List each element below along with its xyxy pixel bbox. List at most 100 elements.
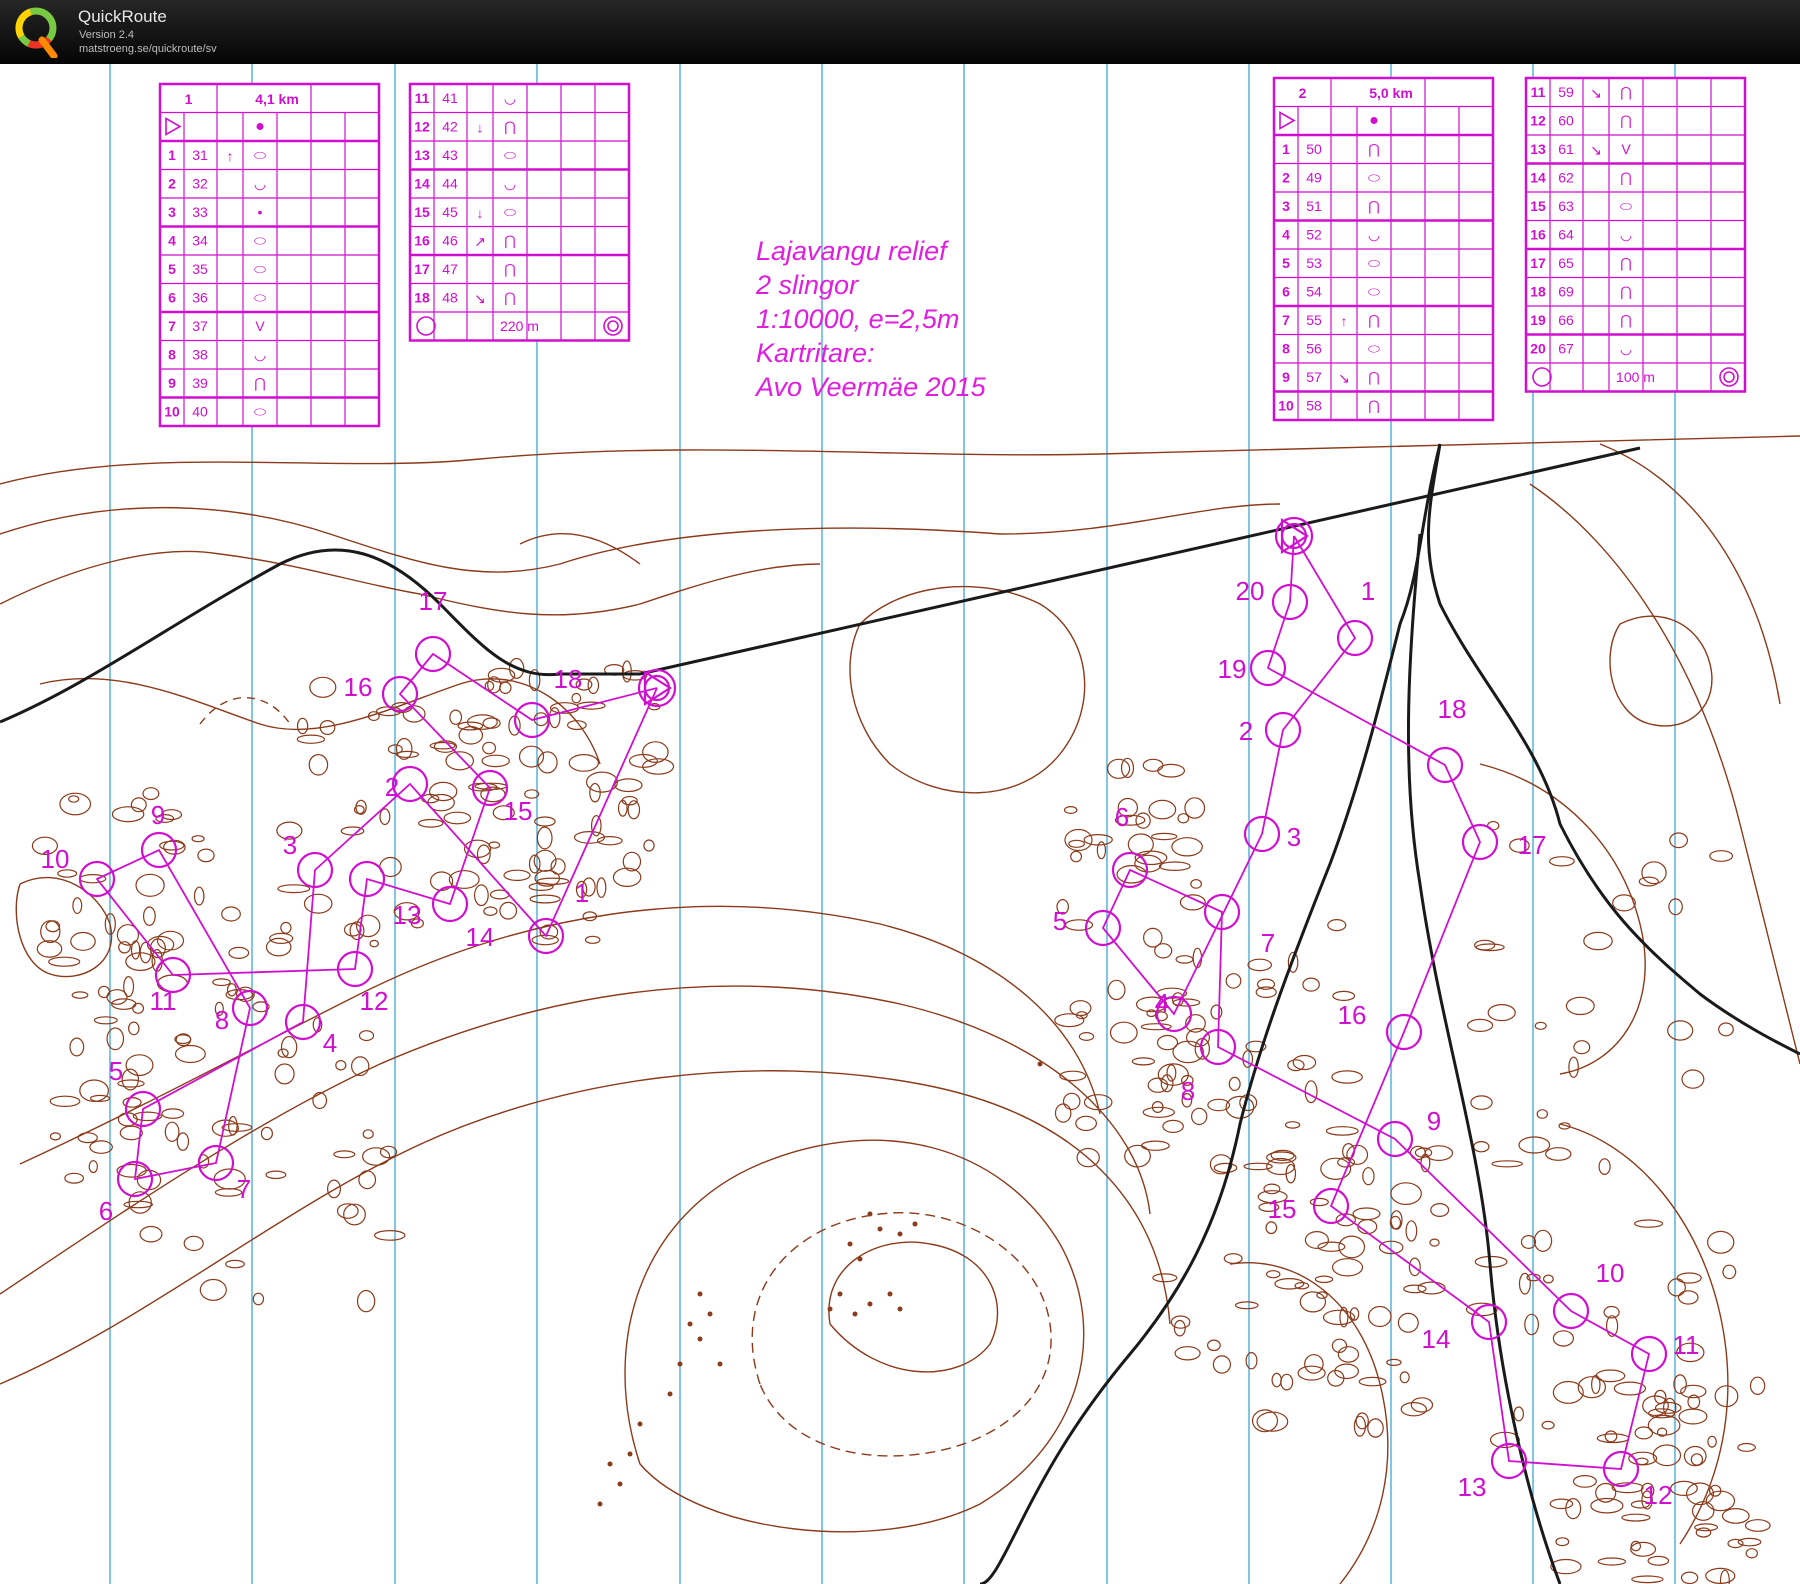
vegetation-dot <box>847 1241 853 1247</box>
knoll-contour <box>1331 1070 1363 1084</box>
knoll-contour <box>1430 1202 1450 1217</box>
knoll-contour <box>1142 758 1164 772</box>
knoll-contour <box>1314 1275 1334 1284</box>
knoll-contour <box>1583 931 1613 951</box>
knoll-contour <box>1633 1219 1664 1228</box>
knoll-contour <box>1069 1000 1092 1017</box>
control-number-cell: 6 <box>1282 284 1290 300</box>
vegetation-dot <box>597 1501 603 1507</box>
course-number: 1 <box>185 91 193 107</box>
knoll-contour <box>395 750 420 759</box>
control-code-cell: 31 <box>192 147 208 163</box>
knoll-contour <box>1707 1435 1717 1448</box>
track-north <box>0 446 1641 724</box>
course-1-control-number: 9 <box>151 800 165 830</box>
control-feature-cell: ⋂ <box>1620 170 1631 186</box>
knoll-contour <box>280 921 292 934</box>
control-feature-cell: V <box>255 318 265 334</box>
knoll-contour <box>1647 1555 1670 1566</box>
control-number-cell: 14 <box>414 176 430 192</box>
course-1-control-number: 18 <box>554 664 583 694</box>
vegetation-dot <box>687 1321 693 1327</box>
course-1-legs <box>95 652 658 1181</box>
vegetation-dot <box>667 1391 673 1397</box>
knoll-contour <box>48 956 81 967</box>
control-number-cell: 12 <box>414 119 430 135</box>
control-code-cell: 62 <box>1558 170 1574 186</box>
knoll-contour <box>482 741 497 755</box>
knoll-contour <box>1327 918 1347 932</box>
control-code-cell: 40 <box>192 404 208 420</box>
knoll-contour <box>333 1150 356 1159</box>
knoll-contour <box>1533 1229 1553 1252</box>
knoll-contour <box>418 818 444 828</box>
knoll-contour <box>1638 876 1659 887</box>
control-number-cell: 2 <box>1282 170 1290 186</box>
control-code-cell: 51 <box>1306 198 1322 214</box>
control-number-cell: 13 <box>414 147 430 163</box>
knoll-contour <box>1399 1371 1410 1384</box>
control-number-cell: 18 <box>414 290 430 306</box>
course-2-control-number: 20 <box>1236 576 1265 606</box>
knoll-contour <box>1631 1575 1664 1584</box>
knoll-contour <box>1709 850 1734 862</box>
knoll-contour <box>379 808 391 826</box>
title-bar: QuickRoute Version 2.4 matstroeng.se/qui… <box>0 0 1800 64</box>
control-number-cell: 5 <box>1282 255 1290 271</box>
control-number-cell: 10 <box>1278 398 1294 414</box>
control-number-cell: 4 <box>1282 227 1290 243</box>
knoll-contour <box>373 1229 406 1241</box>
map-title-line: Lajavangu relief <box>756 236 949 266</box>
map-title-line: 1:10000, e=2,5m <box>756 304 959 334</box>
knoll-contour <box>128 1021 140 1036</box>
knoll-contour <box>1669 832 1688 849</box>
course-2-control-number: 6 <box>1115 802 1129 832</box>
course-1-control-number: 13 <box>393 900 422 930</box>
knoll-contour <box>1536 1109 1549 1119</box>
knoll-contour <box>596 877 607 898</box>
knoll-contour <box>1518 1136 1551 1154</box>
control-feature-cell: ⬭ <box>1620 198 1632 214</box>
knoll-contour <box>197 848 215 863</box>
course-1-control-number: 16 <box>344 672 373 702</box>
knoll-contour <box>93 1016 118 1025</box>
contour <box>1609 615 1713 727</box>
contour <box>751 1212 1052 1457</box>
vegetation-dot <box>677 1361 683 1367</box>
knoll-contour <box>1059 1070 1087 1082</box>
vegetation-dot <box>1037 1061 1043 1067</box>
course-1-control-number: 2 <box>385 772 399 802</box>
control-number-cell: 1 <box>1282 141 1290 157</box>
control-number-cell: 17 <box>414 261 430 277</box>
control-code-cell: 38 <box>192 347 208 363</box>
knoll-contour <box>280 1035 298 1059</box>
control-feature-cell: ⋂ <box>1368 141 1379 157</box>
vegetation-dot <box>852 1311 858 1317</box>
knoll-contour <box>265 937 292 957</box>
knoll-contour <box>88 1160 99 1174</box>
control-code-cell: 60 <box>1558 113 1574 129</box>
course-1-control-number: 12 <box>360 986 389 1016</box>
course-2-control-number: 4 <box>1155 988 1169 1018</box>
start-dot-icon <box>256 123 264 130</box>
knoll-contour <box>142 787 160 801</box>
knoll-contour <box>1245 1351 1258 1370</box>
knoll-contour <box>64 1172 84 1184</box>
knoll-contour <box>1154 943 1173 959</box>
knoll-contour <box>1337 1346 1360 1363</box>
knoll-contour <box>1641 861 1667 885</box>
control-code-cell: 35 <box>192 261 208 277</box>
knoll-contour <box>1714 1385 1739 1408</box>
quickroute-logo-icon <box>15 7 58 58</box>
knoll-contour <box>1681 1069 1705 1089</box>
knoll-contour <box>1595 1482 1617 1503</box>
knoll-contour <box>116 1163 147 1178</box>
knoll-contour <box>584 935 601 944</box>
knoll-contour <box>358 1170 377 1190</box>
knoll-contour <box>1075 1115 1097 1132</box>
knoll-contour <box>1390 1182 1422 1205</box>
orienteering-map[interactable]: 1234567891011 121314151617181234567891011… <box>0 64 1800 1584</box>
knoll-contour <box>1598 1158 1611 1175</box>
knoll-contour <box>1612 894 1636 912</box>
knoll-contour <box>1131 1057 1156 1066</box>
